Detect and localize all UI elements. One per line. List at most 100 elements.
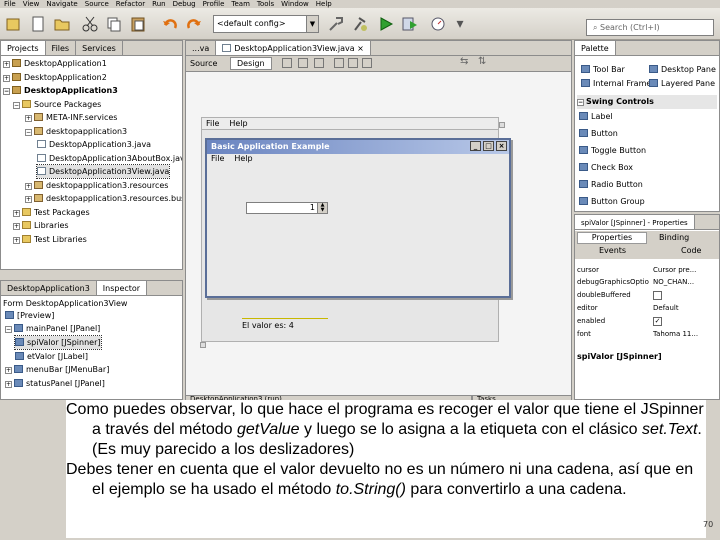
align-left-icon[interactable] xyxy=(334,58,344,68)
tab-inspector[interactable]: Inspector xyxy=(96,281,148,295)
app-window[interactable]: Basic Application Example _ □ × File Hel… xyxy=(205,138,511,298)
build-icon[interactable] xyxy=(326,14,346,34)
tab-files[interactable]: Files xyxy=(46,41,77,55)
app-menu-file[interactable]: File xyxy=(211,154,224,165)
paste-icon[interactable] xyxy=(128,14,148,34)
menu-refactor[interactable]: Refactor xyxy=(116,0,145,8)
tree-item[interactable]: + Test Packages xyxy=(13,206,90,219)
tree-item[interactable]: + Test Libraries xyxy=(13,233,87,246)
palette-item-internal-frame[interactable]: Internal Frame xyxy=(581,77,651,91)
tree-item-selected[interactable]: DesktopApplication3View.java xyxy=(35,164,171,179)
tab-properties[interactable]: Properties xyxy=(577,232,647,244)
prop-value[interactable]: NO_CHAN... xyxy=(653,277,713,288)
close-icon[interactable]: × xyxy=(357,44,364,53)
tree-item[interactable]: + menuBar [JMenuBar] xyxy=(5,363,109,376)
copy-icon[interactable] xyxy=(104,14,124,34)
profile-icon[interactable] xyxy=(428,14,448,34)
preview-design-icon[interactable] xyxy=(314,58,324,68)
tab-code[interactable]: Code xyxy=(681,246,701,255)
redo-icon[interactable] xyxy=(184,14,204,34)
palette-item-toolbar[interactable]: Tool Bar xyxy=(581,63,625,77)
menu-team[interactable]: Team xyxy=(231,0,250,8)
tab-navigator[interactable]: DesktopApplication3 xyxy=(1,281,97,295)
tab-source[interactable]: Source xyxy=(190,59,217,68)
palette-item-layered-pane[interactable]: Layered Pane xyxy=(649,77,715,91)
tab-editor-prev[interactable]: ...va xyxy=(186,41,217,55)
tab-projects[interactable]: Projects xyxy=(1,41,46,55)
menu-help[interactable]: Help xyxy=(316,0,332,8)
palette-section-swing-controls[interactable]: − Swing Controls xyxy=(577,95,717,109)
prop-value[interactable]: Default xyxy=(653,303,713,314)
palette-item-toggle-button[interactable]: Toggle Button xyxy=(579,144,646,158)
tree-item[interactable]: + desktopapplication3.resources xyxy=(25,179,168,192)
configuration-select[interactable]: <default config> ▼ xyxy=(213,15,319,33)
tree-item[interactable]: − Source Packages xyxy=(13,98,101,111)
palette-item-button-group[interactable]: Button Group xyxy=(579,195,645,209)
tree-item[interactable]: etValor [JLabel] xyxy=(15,350,88,363)
run-icon[interactable] xyxy=(376,14,396,34)
new-file-icon[interactable] xyxy=(28,14,48,34)
align-right-icon[interactable] xyxy=(348,58,358,68)
debug-icon[interactable] xyxy=(400,14,420,34)
clean-build-icon[interactable] xyxy=(350,14,370,34)
align-center-icon[interactable] xyxy=(362,58,372,68)
palette-item-button[interactable]: Button xyxy=(579,127,618,141)
form-menu-file[interactable]: File xyxy=(206,119,219,128)
value-spinner[interactable]: 1 ▲ ▼ xyxy=(246,202,328,214)
selection-mode-icon[interactable] xyxy=(282,58,292,68)
tab-editor-view[interactable]: DesktopApplication3View.java × xyxy=(216,41,371,55)
tree-item-selected[interactable]: spiValor [JSpinner] xyxy=(14,335,102,350)
tree-item[interactable]: − DesktopApplication3 xyxy=(3,84,118,97)
menu-view[interactable]: View xyxy=(23,0,40,8)
tab-design[interactable]: Design xyxy=(230,57,272,70)
menu-run[interactable]: Run xyxy=(152,0,165,8)
resize-handle[interactable] xyxy=(200,342,206,348)
menu-navigate[interactable]: Navigate xyxy=(46,0,77,8)
prop-value[interactable]: Tahoma 11... xyxy=(653,329,713,340)
tree-item[interactable]: + DesktopApplication2 xyxy=(3,71,107,84)
tree-item[interactable]: +desktopapplication3.resources.busyicons xyxy=(25,192,182,205)
cut-icon[interactable] xyxy=(80,14,100,34)
palette-item-radio-button[interactable]: Radio Button xyxy=(579,178,643,192)
value-label[interactable]: El valor es: 4 xyxy=(242,321,294,330)
tree-item[interactable]: − desktopapplication3 xyxy=(25,125,127,138)
spinner-arrows-icon[interactable]: ▲ ▼ xyxy=(317,203,327,213)
undo-icon[interactable] xyxy=(160,14,180,34)
palette-item-desktop-pane[interactable]: Desktop Pane xyxy=(649,63,716,77)
move-arrows-icon[interactable]: ⇆ xyxy=(460,56,468,67)
prop-checkbox-checked[interactable]: ✓ xyxy=(653,317,662,326)
tab-services[interactable]: Services xyxy=(76,41,123,55)
maximize-icon[interactable]: □ xyxy=(483,141,494,151)
dropdown-arrow-icon[interactable]: ▾ xyxy=(450,14,470,34)
tree-item[interactable]: + statusPanel [JPanel] xyxy=(5,377,105,390)
prop-value[interactable]: Cursor pre... xyxy=(653,265,713,276)
app-menu-help[interactable]: Help xyxy=(234,154,252,165)
menu-window[interactable]: Window xyxy=(281,0,309,8)
form-menu-help[interactable]: Help xyxy=(229,119,247,128)
prop-checkbox[interactable] xyxy=(653,291,662,300)
resize-icon[interactable]: ⇅ xyxy=(478,56,486,67)
menu-debug[interactable]: Debug xyxy=(173,0,196,8)
connection-mode-icon[interactable] xyxy=(298,58,308,68)
new-project-icon[interactable] xyxy=(4,14,24,34)
tree-item[interactable]: [Preview] xyxy=(5,309,54,322)
close-icon[interactable]: × xyxy=(496,141,507,151)
menu-profile[interactable]: Profile xyxy=(203,0,225,8)
palette-item-check-box[interactable]: Check Box xyxy=(579,161,633,175)
minimize-icon[interactable]: _ xyxy=(470,141,481,151)
tree-item[interactable]: + Libraries xyxy=(13,219,69,232)
tab-binding[interactable]: Binding xyxy=(659,233,689,242)
tree-item[interactable]: DesktopApplication3.java xyxy=(37,138,151,151)
menu-file[interactable]: File xyxy=(4,0,16,8)
search-input[interactable]: ⌕ Search (Ctrl+I) xyxy=(586,19,714,36)
menu-source[interactable]: Source xyxy=(85,0,109,8)
tree-item[interactable]: DesktopApplication3AboutBox.java xyxy=(37,152,182,165)
open-project-icon[interactable] xyxy=(52,14,72,34)
palette-item-label[interactable]: Label xyxy=(579,110,613,124)
tree-item[interactable]: + DesktopApplication1 xyxy=(3,57,107,70)
resize-handle[interactable] xyxy=(499,122,505,128)
menu-tools[interactable]: Tools xyxy=(257,0,274,8)
tree-item[interactable]: + META-INF.services xyxy=(25,111,117,124)
tab-events[interactable]: Events xyxy=(599,246,626,255)
tree-item[interactable]: − mainPanel [JPanel] xyxy=(5,322,100,335)
